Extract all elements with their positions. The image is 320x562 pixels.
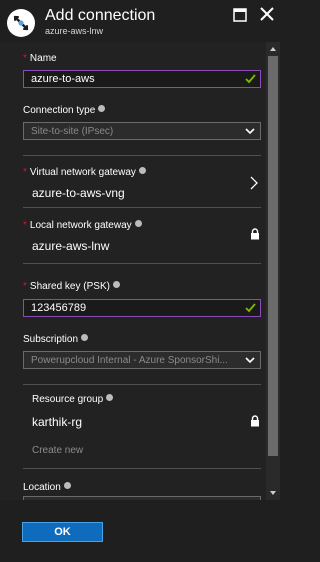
- subscription-value: Powerupcloud Internal - Azure SponsorShi…: [31, 355, 228, 366]
- info-icon[interactable]: [112, 281, 120, 288]
- name-label: * Name: [23, 53, 57, 64]
- form-content: *Name Connection type Site-to-site (IPse…: [0, 42, 266, 500]
- lock-icon: [251, 228, 259, 240]
- scroll-up-icon[interactable]: [267, 44, 279, 54]
- azure-connection-icon: [7, 9, 35, 37]
- name-field[interactable]: [23, 70, 261, 88]
- close-icon[interactable]: [258, 5, 276, 23]
- vnet-gateway-value: azure-to-aws-vng: [32, 186, 125, 200]
- create-new-link[interactable]: Create new: [32, 445, 83, 456]
- blade-title: Add connection: [45, 7, 156, 24]
- divider: [23, 263, 261, 264]
- info-icon[interactable]: [134, 220, 142, 227]
- divider: [23, 384, 261, 385]
- lock-icon: [251, 415, 259, 427]
- info-icon[interactable]: [98, 105, 106, 112]
- resource-group-label: Resource group: [32, 394, 114, 405]
- subscription-select[interactable]: Powerupcloud Internal - Azure SponsorShi…: [23, 351, 261, 369]
- info-icon[interactable]: [138, 167, 146, 174]
- shared-key-label: * Shared key (PSK): [23, 281, 120, 292]
- local-gateway-value: azure-aws-lnw: [32, 239, 110, 253]
- connection-type-select[interactable]: Site-to-site (IPsec): [23, 122, 261, 140]
- required-marker: *: [23, 281, 27, 292]
- divider: [23, 468, 261, 469]
- connection-type-value: Site-to-site (IPsec): [31, 126, 114, 137]
- subscription-label: Subscription: [23, 334, 89, 345]
- scroll-down-icon[interactable]: [267, 488, 279, 498]
- name-input[interactable]: [24, 71, 260, 87]
- info-icon[interactable]: [63, 482, 71, 489]
- resource-group-value: karthik-rg: [32, 415, 83, 429]
- connection-type-label: Connection type: [23, 105, 106, 116]
- required-marker: *: [23, 167, 27, 178]
- scrollbar[interactable]: [266, 42, 280, 500]
- blade-footer: OK: [0, 500, 286, 562]
- chevron-down-icon: [245, 128, 255, 135]
- blade-header: Add connection azure-aws-lnw: [0, 0, 286, 42]
- location-label: Location: [23, 482, 71, 493]
- info-icon[interactable]: [81, 334, 89, 341]
- divider: [23, 207, 261, 208]
- check-icon: [245, 303, 256, 313]
- maximize-icon[interactable]: [233, 8, 247, 22]
- blade-subtitle: azure-aws-lnw: [45, 26, 104, 36]
- scroll-thumb[interactable]: [268, 56, 278, 456]
- shared-key-input[interactable]: [24, 300, 260, 316]
- vnet-gateway-label: * Virtual network gateway: [23, 167, 146, 178]
- shared-key-field[interactable]: [23, 299, 261, 317]
- required-marker: *: [23, 220, 27, 231]
- info-icon[interactable]: [106, 394, 114, 401]
- ok-button[interactable]: OK: [22, 522, 103, 542]
- chevron-down-icon: [245, 357, 255, 364]
- chevron-right-icon: [250, 176, 258, 190]
- check-icon: [245, 74, 256, 84]
- required-marker: *: [23, 53, 27, 64]
- vnet-gateway-selector[interactable]: * Virtual network gateway azure-to-aws-vn…: [0, 156, 266, 206]
- local-gateway-label: * Local network gateway: [23, 220, 142, 231]
